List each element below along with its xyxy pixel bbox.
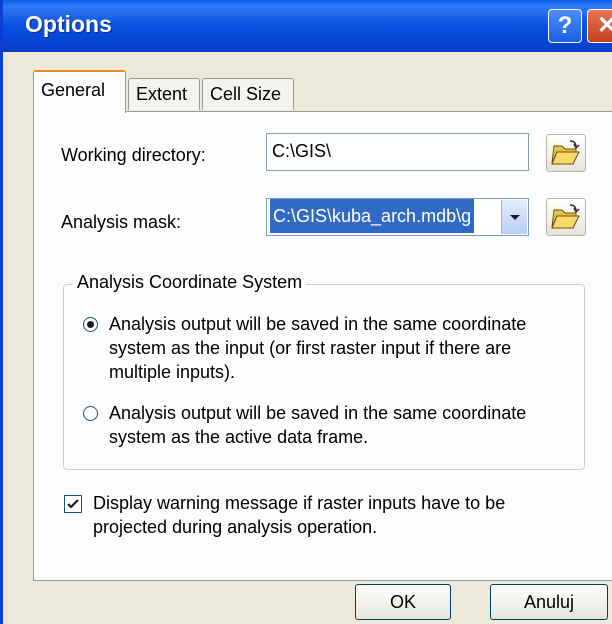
checkmark-icon — [67, 499, 79, 509]
analysis-mask-dropdown-button[interactable] — [501, 200, 527, 234]
open-folder-icon — [551, 140, 580, 165]
warning-checkbox[interactable] — [64, 495, 82, 513]
browse-working-directory-button[interactable] — [546, 134, 586, 172]
radio-selected-dot — [87, 321, 94, 328]
ok-button[interactable]: OK — [355, 584, 451, 620]
tab-extent[interactable]: Extent — [128, 78, 200, 110]
window-title: Options — [25, 11, 112, 37]
coordinate-system-group-title: Analysis Coordinate System — [73, 272, 307, 293]
tab-cell-size[interactable]: Cell Size — [202, 78, 294, 110]
radio-same-as-data-frame[interactable] — [83, 406, 98, 421]
working-directory-input[interactable]: C:\GIS\ — [266, 133, 529, 171]
options-dialog: Options ? ✕ General Extent Cell Size Wor… — [0, 0, 612, 624]
help-button[interactable]: ? — [548, 9, 582, 43]
open-folder-icon — [551, 204, 580, 229]
warning-checkbox-label[interactable]: Display warning message if raster inputs… — [93, 491, 563, 539]
radio-same-as-data-frame-label[interactable]: Analysis output will be saved in the sam… — [109, 401, 559, 449]
working-directory-label: Working directory: — [61, 145, 206, 165]
analysis-mask-select[interactable]: C:\GIS\kuba_arch.mdb\g — [266, 198, 529, 236]
browse-analysis-mask-button[interactable] — [546, 198, 586, 236]
cancel-button[interactable]: Anuluj — [490, 584, 608, 620]
analysis-mask-label: Analysis mask: — [61, 212, 182, 232]
radio-same-as-input[interactable] — [83, 317, 98, 332]
radio-same-as-input-label[interactable]: Analysis output will be saved in the sam… — [109, 312, 559, 384]
close-button[interactable]: ✕ — [587, 9, 612, 43]
tab-general[interactable]: General — [33, 70, 126, 113]
title-bar[interactable]: Options ? ✕ — [3, 0, 612, 52]
chevron-down-icon — [510, 215, 520, 220]
analysis-mask-value: C:\GIS\kuba_arch.mdb\g — [270, 199, 475, 233]
